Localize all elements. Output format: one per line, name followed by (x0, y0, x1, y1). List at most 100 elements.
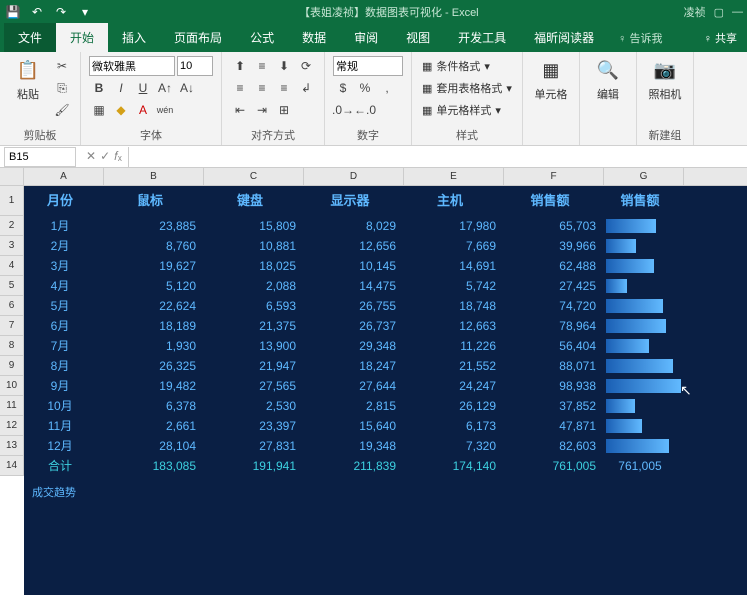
data-cell[interactable]: 6,378 (104, 396, 204, 416)
data-cell[interactable]: 17,980 (404, 216, 504, 236)
data-cell[interactable]: 2,088 (204, 276, 304, 296)
row-header[interactable]: 6 (0, 296, 24, 316)
orientation-icon[interactable]: ⟳ (296, 56, 316, 76)
data-cell[interactable]: 29,348 (304, 336, 404, 356)
data-cell[interactable]: 2,815 (304, 396, 404, 416)
data-cell[interactable]: 15,809 (204, 216, 304, 236)
col-header-E[interactable]: E (404, 168, 504, 185)
sparkline-bar[interactable] (604, 296, 684, 316)
undo-icon[interactable]: ↶ (28, 3, 46, 21)
row-header[interactable]: 12 (0, 416, 24, 436)
total-cell[interactable]: 183,085 (104, 456, 204, 476)
paste-button[interactable]: 📋 粘贴 (8, 56, 48, 102)
header-cell[interactable]: 显示器 (304, 186, 404, 216)
col-header-D[interactable]: D (304, 168, 404, 185)
data-cell[interactable]: 14,691 (404, 256, 504, 276)
name-box[interactable]: B15 (4, 147, 76, 167)
data-area[interactable]: 月份鼠标键盘显示器主机销售额销售额1月23,88515,8098,02917,9… (24, 186, 747, 595)
align-middle-icon[interactable]: ≡ (252, 56, 272, 76)
col-header-A[interactable]: A (24, 168, 104, 185)
editing-button[interactable]: 🔍 编辑 (588, 56, 628, 102)
select-all-corner[interactable] (0, 168, 24, 185)
data-cell[interactable]: 82,603 (504, 436, 604, 456)
tab-insert[interactable]: 插入 (108, 23, 160, 52)
sparkline-bar[interactable] (604, 216, 684, 236)
row-header[interactable]: 1 (0, 186, 24, 216)
increase-decimal-icon[interactable]: .0→ (333, 100, 353, 120)
redo-icon[interactable]: ↷ (52, 3, 70, 21)
total-cell[interactable]: 174,140 (404, 456, 504, 476)
align-bottom-icon[interactable]: ⬇ (274, 56, 294, 76)
data-cell[interactable]: 8月 (24, 356, 104, 376)
data-cell[interactable]: 27,644 (304, 376, 404, 396)
sparkline-bar[interactable] (604, 276, 684, 296)
sparkline-bar[interactable] (604, 316, 684, 336)
percent-icon[interactable]: % (355, 78, 375, 98)
font-color-icon[interactable]: A (133, 100, 153, 120)
data-cell[interactable]: 65,703 (504, 216, 604, 236)
row-header[interactable]: 8 (0, 336, 24, 356)
data-cell[interactable]: 1,930 (104, 336, 204, 356)
row-header[interactable]: 3 (0, 236, 24, 256)
cell-styles-button[interactable]: ▦单元格样式 ▾ (420, 100, 503, 120)
fill-color-icon[interactable]: ◆ (111, 100, 131, 120)
data-cell[interactable]: 18,025 (204, 256, 304, 276)
sparkline-bar[interactable] (604, 256, 684, 276)
align-top-icon[interactable]: ⬆ (230, 56, 250, 76)
data-cell[interactable]: 26,737 (304, 316, 404, 336)
decrease-font-icon[interactable]: A↓ (177, 78, 197, 98)
indent-dec-icon[interactable]: ⇤ (230, 100, 250, 120)
header-cell[interactable]: 鼠标 (104, 186, 204, 216)
data-cell[interactable]: 4月 (24, 276, 104, 296)
data-cell[interactable]: 56,404 (504, 336, 604, 356)
data-cell[interactable]: 2月 (24, 236, 104, 256)
row-header[interactable]: 7 (0, 316, 24, 336)
data-cell[interactable]: 18,748 (404, 296, 504, 316)
data-cell[interactable]: 74,720 (504, 296, 604, 316)
header-cell[interactable]: 主机 (404, 186, 504, 216)
data-cell[interactable]: 19,348 (304, 436, 404, 456)
total-cell[interactable]: 761,005 (604, 456, 684, 476)
col-header-C[interactable]: C (204, 168, 304, 185)
data-cell[interactable]: 18,189 (104, 316, 204, 336)
tab-formulas[interactable]: 公式 (236, 23, 288, 52)
tab-file[interactable]: 文件 (4, 23, 56, 52)
user-name[interactable]: 凌祯 (684, 4, 706, 20)
col-header-F[interactable]: F (504, 168, 604, 185)
data-cell[interactable]: 7,669 (404, 236, 504, 256)
format-painter-icon[interactable]: 🖌 (52, 100, 72, 120)
tab-foxit[interactable]: 福昕阅读器 (520, 23, 608, 52)
row-header[interactable]: 11 (0, 396, 24, 416)
tab-layout[interactable]: 页面布局 (160, 23, 236, 52)
data-cell[interactable]: 19,627 (104, 256, 204, 276)
data-cell[interactable]: 10,145 (304, 256, 404, 276)
data-cell[interactable]: 7,320 (404, 436, 504, 456)
indent-inc-icon[interactable]: ⇥ (252, 100, 272, 120)
cells-button[interactable]: ▦ 单元格 (531, 56, 571, 102)
data-cell[interactable]: 6,593 (204, 296, 304, 316)
col-header-G[interactable]: G (604, 168, 684, 185)
qat-dropdown-icon[interactable]: ▾ (76, 3, 94, 21)
minimize-icon[interactable]: — (732, 6, 743, 18)
camera-button[interactable]: 📷 照相机 (645, 56, 685, 102)
number-format-combo[interactable] (333, 56, 403, 76)
row-header[interactable]: 10 (0, 376, 24, 396)
italic-icon[interactable]: I (111, 78, 131, 98)
total-cell[interactable]: 211,839 (304, 456, 404, 476)
share-button[interactable]: ♀ 共享 (694, 24, 747, 52)
sparkline-bar[interactable] (604, 376, 684, 396)
data-cell[interactable]: 1月 (24, 216, 104, 236)
header-cell[interactable]: 销售额 (504, 186, 604, 216)
border-icon[interactable]: ▦ (89, 100, 109, 120)
sparkline-bar[interactable] (604, 396, 684, 416)
data-cell[interactable]: 27,425 (504, 276, 604, 296)
data-cell[interactable]: 3月 (24, 256, 104, 276)
data-cell[interactable]: 27,565 (204, 376, 304, 396)
align-right-icon[interactable]: ≡ (274, 78, 294, 98)
total-cell[interactable]: 191,941 (204, 456, 304, 476)
data-cell[interactable]: 18,247 (304, 356, 404, 376)
align-left-icon[interactable]: ≡ (230, 78, 250, 98)
data-cell[interactable]: 37,852 (504, 396, 604, 416)
data-cell[interactable]: 12,656 (304, 236, 404, 256)
data-cell[interactable]: 28,104 (104, 436, 204, 456)
